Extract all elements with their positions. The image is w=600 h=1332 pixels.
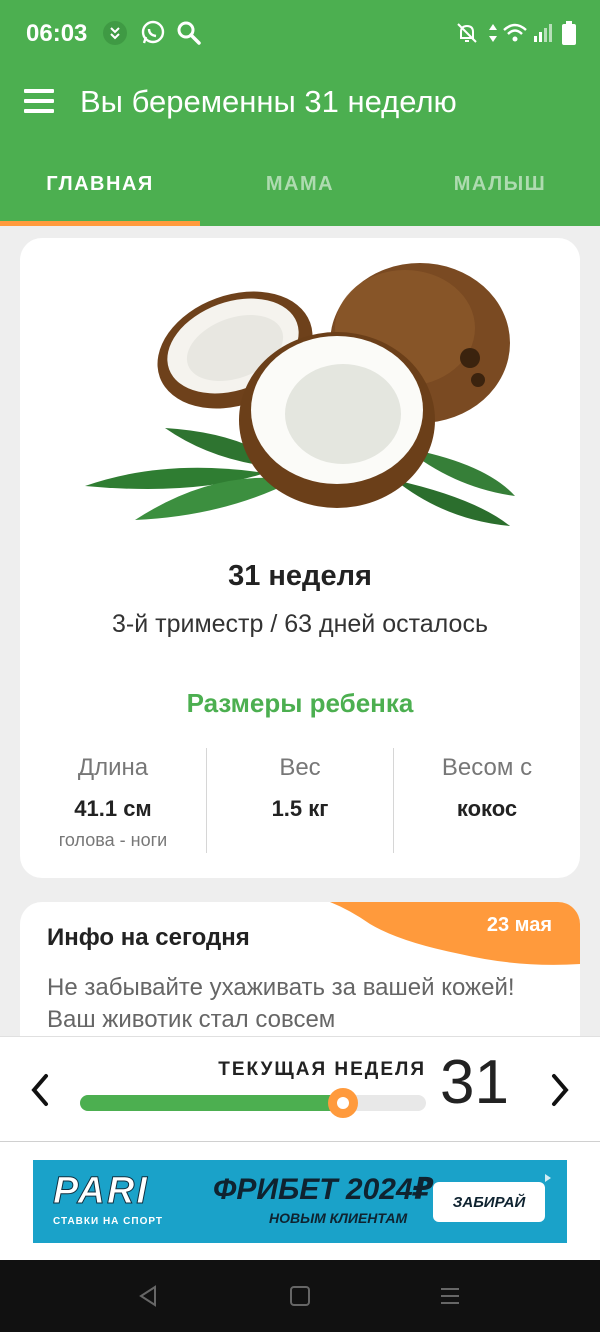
stat-note: голова - ноги: [58, 830, 168, 850]
week-slider-thumb[interactable]: [327, 1088, 358, 1118]
hamburger-menu-icon[interactable]: [22, 84, 58, 120]
baby-stats: Длина 41.1 см голова - ноги Вес 1.5 кг В…: [20, 748, 580, 853]
stat-label: Вес: [279, 754, 321, 781]
ad-headline: ФРИБЕТ 2024₽: [213, 1173, 434, 1206]
current-week-label: ТЕКУЩАЯ НЕДЕЛЯ: [218, 1059, 426, 1080]
stat-label: Длина: [77, 754, 149, 781]
stat-value: 1.5 кг: [271, 796, 329, 821]
ad-cta-button[interactable]: ЗАБИРАЙ: [433, 1182, 545, 1222]
stat-label: Весом с: [441, 754, 533, 781]
nav-recents-icon[interactable]: [434, 1280, 466, 1312]
stat-value: 41.1 см: [74, 796, 152, 821]
battery-icon: [554, 18, 584, 48]
current-week-number: 31: [440, 1048, 509, 1117]
ad-banner[interactable]: PARI СТАВКИ НА СПОРТ ФРИБЕТ 2024₽ НОВЫМ …: [33, 1160, 567, 1243]
stat-weight: Вес 1.5 кг: [206, 748, 393, 853]
tab-main[interactable]: ГЛАВНАЯ: [0, 142, 200, 226]
stat-size-comparison: Весом с кокос: [393, 748, 580, 853]
app-bar: 06:03 Вы беременны 31 неделю ГЛАВНАЯ МАМ…: [0, 0, 600, 226]
baby-sizes-heading: Размеры ребенка: [186, 688, 414, 718]
wifi-icon: [500, 18, 530, 48]
trimester-subtitle: 3-й триместр / 63 дней осталось: [112, 610, 488, 638]
week-card: 31 неделя 3-й триместр / 63 дней осталос…: [20, 238, 580, 878]
ad-brand-logo: PARI: [53, 1170, 149, 1213]
week-selector: ТЕКУЩАЯ НЕДЕЛЯ 31: [0, 1036, 600, 1142]
page-title: Вы беременны 31 неделю: [80, 84, 457, 119]
notification-app-icon: [100, 18, 130, 48]
system-navigation-bar: [0, 1260, 600, 1332]
silent-mode-icon: [452, 18, 482, 48]
ad-choices-icon[interactable]: [545, 1174, 551, 1182]
chevron-right-icon[interactable]: [540, 1067, 580, 1113]
nav-back-icon[interactable]: [132, 1280, 164, 1312]
search-icon: [174, 18, 204, 48]
week-title: 31 неделя: [228, 560, 372, 592]
whatsapp-icon: [138, 18, 168, 48]
nav-home-icon[interactable]: [284, 1280, 316, 1312]
toolbar: Вы беременны 31 неделю: [0, 66, 600, 142]
week-progress-fill: [80, 1095, 343, 1111]
info-date: 23 мая: [486, 914, 552, 936]
coconut-image: [85, 263, 515, 526]
status-bar: 06:03: [0, 0, 600, 66]
info-title: Инфо на сегодня: [47, 924, 250, 951]
stat-length: Длина 41.1 см голова - ноги: [20, 748, 206, 853]
info-text: Не забывайте ухаживать за вашей кожей! В…: [47, 974, 515, 1033]
ad-brand-tagline: СТАВКИ НА СПОРТ: [53, 1216, 164, 1227]
tab-mama[interactable]: МАМА: [200, 142, 400, 226]
ad-area: PARI СТАВКИ НА СПОРТ ФРИБЕТ 2024₽ НОВЫМ …: [0, 1142, 600, 1260]
info-today-card[interactable]: 23 мая Инфо на сегодня Не забывайте ухаж…: [20, 902, 580, 1042]
status-time: 06:03: [26, 20, 88, 47]
tab-bar: ГЛАВНАЯ МАМА МАЛЫШ: [0, 142, 600, 226]
ad-subline: НОВЫМ КЛИЕНТАМ: [269, 1210, 408, 1226]
stat-value: кокос: [456, 796, 518, 821]
week-progress-slider[interactable]: [80, 1088, 426, 1118]
tab-baby[interactable]: МАЛЫШ: [400, 142, 600, 226]
chevron-left-icon[interactable]: [20, 1067, 60, 1113]
